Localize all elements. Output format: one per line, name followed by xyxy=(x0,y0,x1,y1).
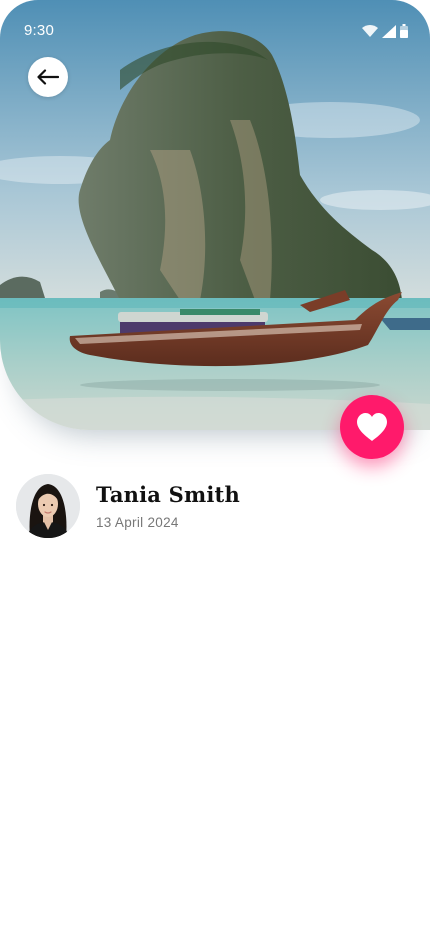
app-screen: 9:30 Tania Smith 13 April 2024 xyxy=(0,0,430,932)
author-name[interactable]: Tania Smith xyxy=(96,482,240,507)
hero-photo xyxy=(0,0,430,430)
status-bar: 9:30 xyxy=(0,0,430,60)
heart-icon xyxy=(357,413,387,441)
back-button[interactable] xyxy=(28,57,68,97)
avatar[interactable] xyxy=(16,474,80,538)
status-icons xyxy=(362,24,408,38)
battery-icon xyxy=(400,24,408,38)
author-text: Tania Smith 13 April 2024 xyxy=(96,482,240,530)
post-date: 13 April 2024 xyxy=(96,515,179,530)
arrow-left-icon xyxy=(37,69,59,85)
wifi-icon xyxy=(362,25,378,37)
status-time: 9:30 xyxy=(24,22,54,39)
hero-image xyxy=(0,0,430,430)
author-info: Tania Smith 13 April 2024 xyxy=(16,474,240,538)
signal-icon xyxy=(382,24,396,38)
user-avatar-photo xyxy=(16,474,80,538)
favorite-button[interactable] xyxy=(340,395,404,459)
